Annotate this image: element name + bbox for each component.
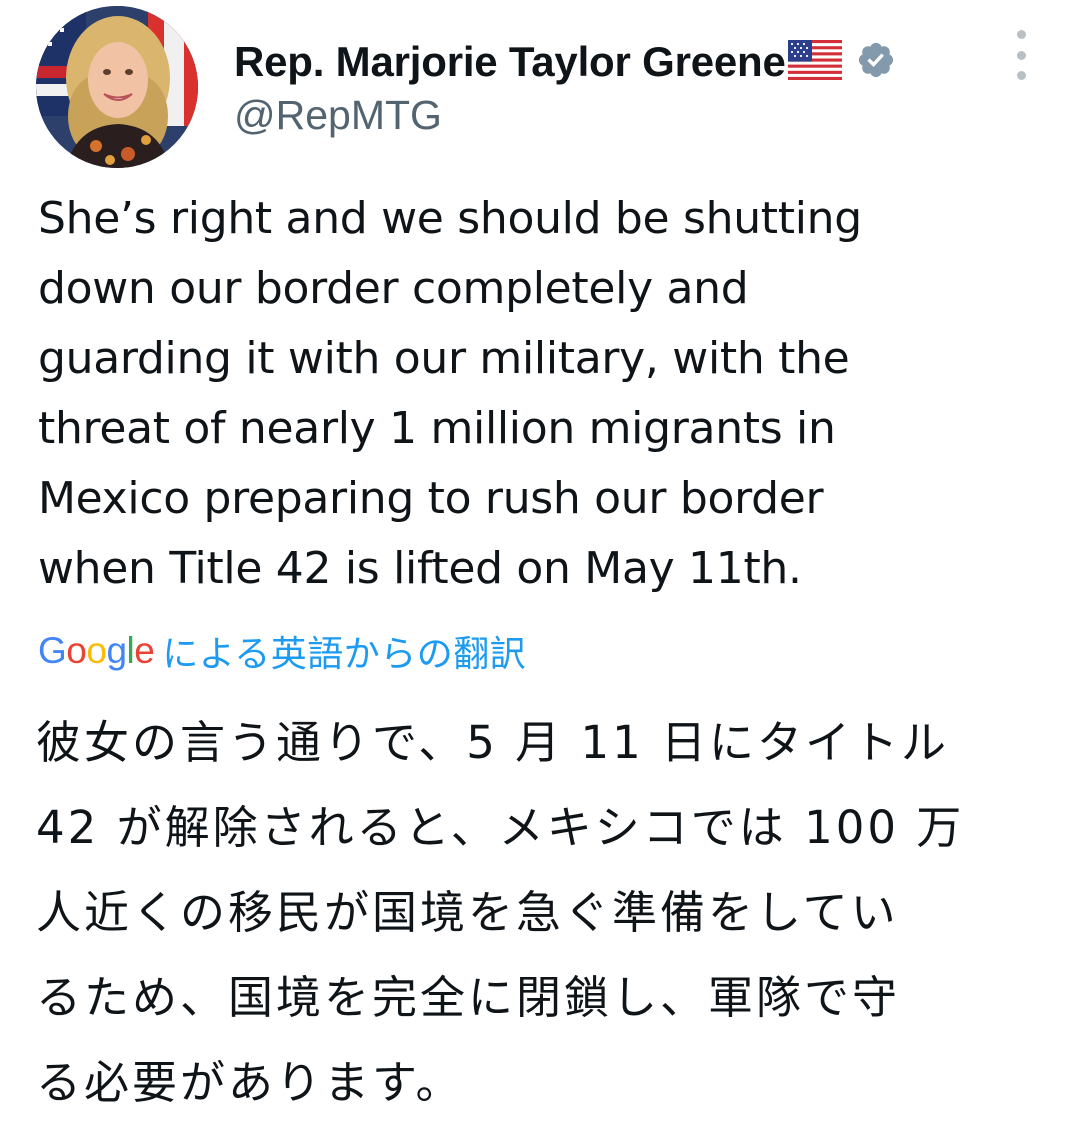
google-logo: Google [38,630,155,671]
us-flag-emoji-icon [787,40,842,84]
verified-badge-icon[interactable] [856,40,896,84]
author-avatar[interactable] [36,6,198,168]
tweet-text-line: Mexico preparing to rush our border [38,473,824,524]
translated-text-line: る必要があります。 [36,1056,464,1109]
translated-text-line: 人近くの移民が国境を急ぐ準備をしてい [36,886,899,939]
translated-tweet-text: 彼女の言う通りで、5 月 11 日にタイトル 42 が解除されると、メキシコでは… [36,700,1056,1125]
more-vertical-icon-dot [1016,50,1026,60]
tweet-text: She’s right and we should be shutting do… [38,184,1048,604]
tweet-text-line: She’s right and we should be shutting [38,193,862,244]
tweet-text-line: threat of nearly 1 million migrants in [38,403,836,454]
avatar-photo [36,6,198,168]
author-name-row[interactable]: Rep. Marjorie Taylor Greene [234,38,896,86]
tweet-text-line: guarding it with our military, with the [38,333,850,384]
translated-text-line: るため、国境を完全に閉鎖し、軍隊で守 [36,971,901,1024]
translated-text-line: 彼女の言う通りで、5 月 11 日にタイトル [36,716,950,769]
more-options-button[interactable] [1004,30,1038,80]
tweet-card: Rep. Marjorie Taylor Greene @RepMTG She’… [0,0,1080,1135]
translated-text-line: 42 が解除されると、メキシコでは 100 万 [36,801,965,854]
author-display-name[interactable]: Rep. Marjorie Taylor Greene [234,38,786,86]
translation-attribution[interactable]: Google による英語からの翻訳 [38,626,526,676]
more-vertical-icon [1016,30,1026,39]
translation-label[interactable]: による英語からの翻訳 [162,625,526,677]
more-vertical-icon-dot [1016,71,1026,80]
author-handle[interactable]: @RepMTG [234,92,442,139]
tweet-text-line: down our border completely and [38,263,749,314]
tweet-text-line: when Title 42 is lifted on May 11th. [38,543,802,594]
